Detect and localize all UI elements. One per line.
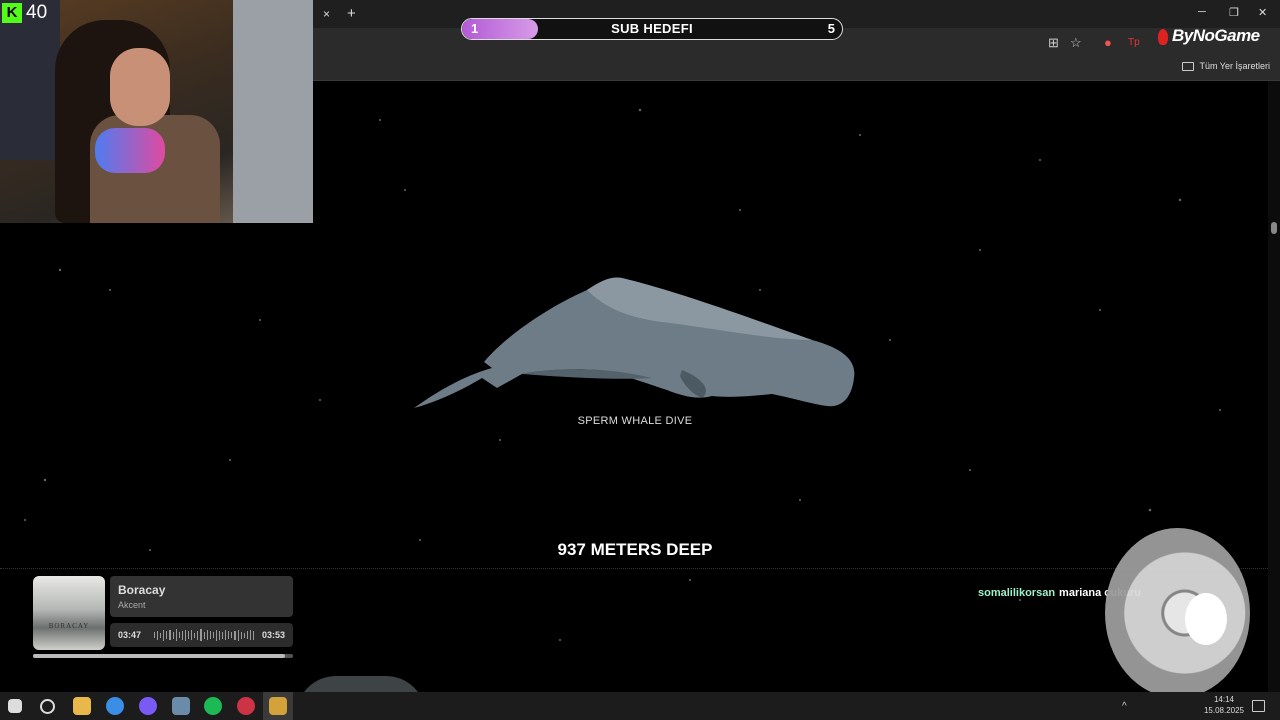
translate-icon[interactable]: ⊞ [1048, 35, 1059, 51]
app-icon[interactable] [172, 697, 190, 715]
waveform-bar [160, 632, 162, 638]
waveform-bar [222, 631, 224, 639]
waveform-bar [194, 632, 196, 638]
folder-icon [1182, 61, 1195, 71]
minimize-icon[interactable]: ─ [1198, 6, 1206, 18]
total-time: 03:53 [261, 630, 285, 640]
close-tab-icon[interactable]: × [323, 7, 330, 21]
depth-divider [0, 568, 1268, 569]
waveform-bar [228, 631, 230, 639]
sub-goal-bar: 1 SUB HEDEFI 5 [461, 18, 843, 40]
waveform-bar [157, 630, 159, 640]
waveform-bar [206, 630, 208, 640]
window-close-icon[interactable]: ✕ [1258, 6, 1267, 19]
waveform-bar [197, 630, 199, 640]
webcam-feed: K 40 [0, 0, 313, 223]
waveform-bar [234, 630, 236, 640]
restore-icon[interactable]: ❐ [1229, 6, 1239, 19]
track-info: Boracay Akcent [110, 576, 293, 617]
league-icon[interactable] [269, 697, 287, 715]
creature-label: SPERM WHALE DIVE [577, 415, 693, 427]
waveform-bar [225, 630, 227, 640]
sperm-whale-illustration [414, 277, 855, 408]
depth-readout: 937 METERS DEEP [557, 540, 713, 559]
file-explorer-icon[interactable] [73, 697, 91, 715]
microphone [95, 128, 165, 173]
now-playing-widget: BORACAY Boracay Akcent 03:47 03:53 [33, 576, 293, 658]
desk-fan [1105, 528, 1250, 698]
current-time: 03:47 [118, 630, 142, 640]
waveform-bar [237, 629, 239, 641]
waveform-bar [154, 632, 156, 638]
music-progress-fill [33, 654, 286, 658]
search-icon[interactable] [40, 699, 55, 714]
bookmark-star-icon[interactable]: ☆ [1070, 35, 1082, 51]
waveform-bar [209, 631, 211, 639]
fan-hub [1185, 593, 1227, 645]
waveform-bar [212, 632, 214, 638]
windows-taskbar [0, 692, 1280, 720]
waveform-bar [163, 629, 165, 641]
waveform-bar [243, 632, 245, 638]
discord-icon[interactable] [139, 697, 157, 715]
album-cover-text: BORACAY [48, 622, 90, 630]
waveform-bar [178, 632, 180, 638]
waveform-bar [215, 629, 217, 641]
sub-goal-title: SUB HEDEFI [611, 21, 693, 36]
clock-date: 15.08.2025 [1203, 706, 1245, 715]
music-progress-bar [33, 654, 293, 658]
viewer-count: 40 [26, 2, 48, 23]
obs-icon[interactable] [237, 697, 255, 715]
all-bookmarks-label: Tüm Yer İşaretleri [1199, 61, 1270, 71]
streamer-face [110, 48, 170, 126]
clock-time: 14:14 [1213, 695, 1235, 704]
extension-icon[interactable]: ● [1104, 35, 1112, 50]
start-windows-icon[interactable] [8, 699, 22, 713]
brand-text: ByNoGame [1172, 26, 1260, 45]
spotify-icon[interactable] [204, 697, 222, 715]
webcam-wall [233, 0, 313, 223]
notifications-icon[interactable] [1252, 700, 1265, 712]
waveform-bar [191, 630, 193, 640]
all-bookmarks-button[interactable]: Tüm Yer İşaretleri [1182, 61, 1270, 71]
brand-logo: ByNoGame [1158, 26, 1260, 46]
scrollbar-thumb[interactable] [1271, 222, 1277, 234]
waveform-bar [249, 630, 251, 640]
track-artist: Akcent [118, 600, 146, 610]
viewer-counter: K 40 [2, 2, 47, 24]
sub-goal-target: 5 [827, 21, 835, 36]
waveform-bar [253, 630, 255, 640]
page-scrollbar[interactable] [1268, 80, 1280, 692]
waveform-bar [200, 629, 202, 641]
webcam-shelf [0, 0, 60, 160]
brand-mark-icon [1158, 28, 1168, 45]
chat-username: somalilikorsan [978, 587, 1056, 599]
album-cover: BORACAY [33, 576, 105, 650]
waveform-bar [231, 632, 233, 638]
waveform-bar [175, 629, 177, 641]
kick-logo-icon: K [2, 3, 22, 23]
waveform-bar [166, 631, 168, 639]
extension-tp-icon[interactable]: Tp [1128, 37, 1140, 48]
waveform-bar [218, 630, 221, 640]
waveform-bar [169, 630, 171, 640]
track-title: Boracay [118, 583, 166, 597]
waveform-bar [181, 630, 183, 640]
waveform-bar [240, 631, 242, 639]
waveform-bar [188, 631, 190, 639]
new-tab-button[interactable]: + [347, 5, 356, 22]
waveform-visualizer [154, 629, 255, 641]
waveform-bar [172, 631, 174, 639]
tray-chevron-icon[interactable]: ^ [1122, 701, 1132, 712]
waveform-bar [246, 631, 248, 639]
track-timeline: 03:47 03:53 [110, 623, 293, 647]
waveform-bar [203, 631, 205, 639]
chrome-icon[interactable] [106, 697, 124, 715]
waveform-bar [184, 629, 187, 641]
system-clock[interactable]: 14:14 15.08.2025 [1200, 694, 1248, 716]
